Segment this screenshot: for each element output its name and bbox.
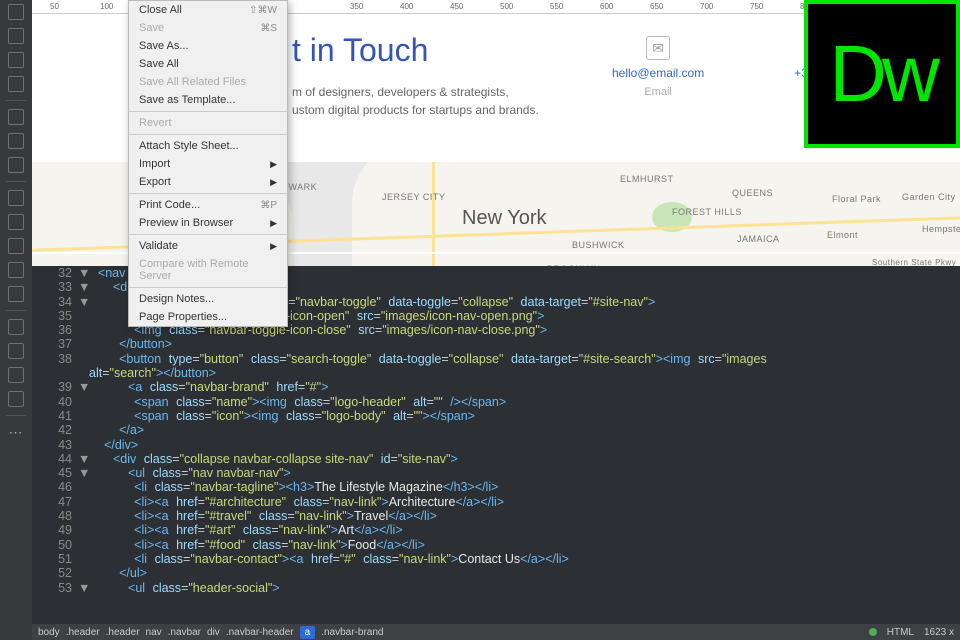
menu-item[interactable]: Import▶ [129,155,287,173]
tool-icon[interactable] [8,214,24,230]
menu-item[interactable]: Attach Style Sheet... [129,137,287,155]
menu-item[interactable]: Save as Template... [129,91,287,109]
tool-icon[interactable] [8,343,24,359]
crumb-segment[interactable]: .navbar [168,627,201,638]
tool-icon[interactable] [8,391,24,407]
menu-item[interactable]: Save All [129,55,287,73]
file-menu-dropdown: Close All⇧⌘WSave⌘SSave As...Save AllSave… [128,0,288,327]
menu-item[interactable]: Close All⇧⌘W [129,1,287,19]
tool-icon[interactable] [8,238,24,254]
map-city-label: New York [462,207,547,230]
crumb-segment[interactable]: .navbar-header [226,627,294,638]
menu-item[interactable]: Export▶ [129,173,287,191]
menu-item[interactable]: Save As... [129,37,287,55]
tool-icon[interactable] [8,4,24,20]
crumb-segment[interactable]: a [300,626,316,639]
crumb-segment[interactable]: .header [66,627,100,638]
more-tools-icon[interactable]: ⋯ [9,424,24,441]
crumb-segment[interactable]: body [38,627,60,638]
menu-item[interactable]: Validate▶ [129,237,287,255]
tool-icon[interactable] [8,109,24,125]
crumb-segment[interactable]: .header [106,627,140,638]
crumb-segment[interactable]: nav [146,627,162,638]
menu-item[interactable]: Design Notes... [129,290,287,308]
menu-item: Save All Related Files [129,73,287,91]
menu-item[interactable]: Preview in Browser▶ [129,214,287,232]
menu-item: Compare with Remote Server [129,255,287,285]
status-dot-icon [869,628,877,636]
tool-icon[interactable] [8,157,24,173]
tool-icon[interactable] [8,52,24,68]
tool-icon[interactable] [8,190,24,206]
left-toolbar: ⋯ [0,0,32,640]
tool-icon[interactable] [8,262,24,278]
dreamweaver-logo: Dw [804,0,960,148]
menu-item: Save⌘S [129,19,287,37]
tool-icon[interactable] [8,319,24,335]
menu-item[interactable]: Print Code...⌘P [129,196,287,214]
tag-breadcrumb[interactable]: body .header .header nav .navbar div .navbar-h… [32,624,960,640]
tool-icon[interactable] [8,286,24,302]
crumb-segment[interactable]: .navbar-brand [321,627,383,638]
crumb-segment[interactable]: div [207,627,220,638]
lang-indicator: HTML [887,627,914,638]
tool-icon[interactable] [8,28,24,44]
tool-icon[interactable] [8,133,24,149]
tool-icon[interactable] [8,76,24,92]
mail-icon: ✉ [646,36,670,60]
size-indicator: 1623 x [924,627,954,638]
tool-icon[interactable] [8,367,24,383]
contact-email[interactable]: ✉ hello@email.com Email [612,36,704,98]
menu-item: Revert [129,114,287,132]
menu-item[interactable]: Page Properties... [129,308,287,326]
